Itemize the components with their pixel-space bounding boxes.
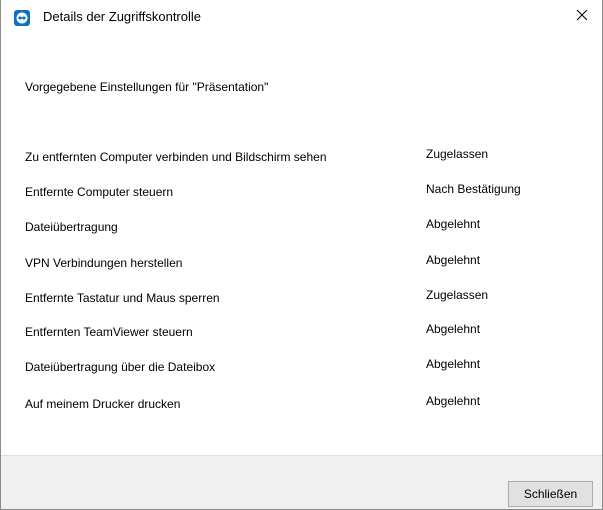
- title-bar: Details der Zugriffskontrolle: [1, 0, 602, 34]
- preset-subtitle: Vorgegebene Einstellungen für "Präsentat…: [25, 80, 269, 94]
- setting-value: Nach Bestätigung: [426, 182, 521, 196]
- setting-value: Abgelehnt: [426, 322, 481, 336]
- setting-value: Abgelehnt: [426, 217, 481, 231]
- setting-label: Dateiübertragung über die Dateibox: [25, 360, 216, 374]
- setting-value: Zugelassen: [426, 288, 489, 302]
- setting-value: Abgelehnt: [426, 394, 481, 408]
- setting-value: Zugelassen: [426, 147, 489, 161]
- setting-label: Dateiübertragung: [25, 220, 118, 234]
- close-button[interactable]: Schließen: [508, 481, 593, 507]
- setting-row: Auf meinem Drucker drucken Abgelehnt: [1, 394, 602, 419]
- setting-label: Entfernten TeamViewer steuern: [25, 325, 193, 339]
- setting-row: Dateiübertragung über die Dateibox Abgel…: [1, 357, 602, 382]
- setting-value: Abgelehnt: [426, 253, 481, 267]
- setting-row: Entfernte Computer steuern Nach Bestätig…: [1, 182, 602, 207]
- setting-label: Auf meinem Drucker drucken: [25, 397, 181, 411]
- teamviewer-icon: [14, 10, 30, 26]
- setting-row: Zu entfernten Computer verbinden und Bil…: [1, 147, 602, 172]
- window-close-button[interactable]: [562, 0, 602, 34]
- setting-label: Entfernte Tastatur und Maus sperren: [25, 291, 220, 305]
- setting-label: VPN Verbindungen herstellen: [25, 256, 183, 270]
- close-icon: [576, 8, 588, 26]
- setting-label: Entfernte Computer steuern: [25, 185, 174, 199]
- setting-row: Entfernte Tastatur und Maus sperren Zuge…: [1, 288, 602, 313]
- access-control-dialog: Details der Zugriffskontrolle Vorgegeben…: [0, 0, 603, 510]
- setting-row: Entfernten TeamViewer steuern Abgelehnt: [1, 322, 602, 347]
- setting-label: Zu entfernten Computer verbinden und Bil…: [25, 150, 327, 164]
- setting-row: VPN Verbindungen herstellen Abgelehnt: [1, 253, 602, 278]
- setting-value: Abgelehnt: [426, 357, 481, 371]
- dialog-footer: Schließen: [1, 455, 602, 509]
- window-title: Details der Zugriffskontrolle: [43, 9, 201, 24]
- setting-row: Dateiübertragung Abgelehnt: [1, 217, 602, 242]
